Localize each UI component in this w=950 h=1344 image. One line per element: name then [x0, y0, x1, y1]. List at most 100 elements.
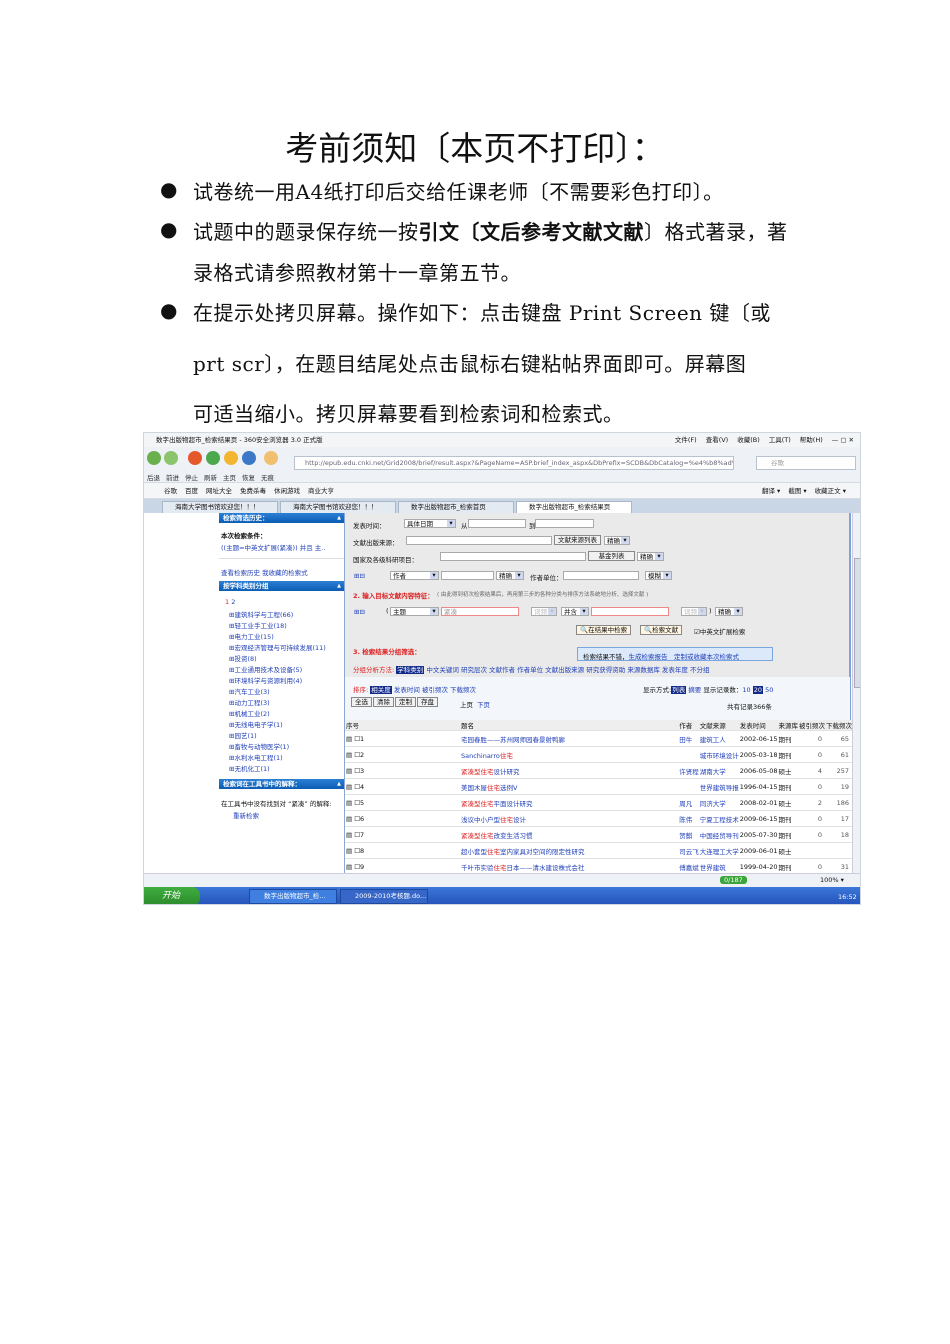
taskbar-item-browser[interactable]: 数字出版物超市_检... [249, 889, 337, 904]
title-part[interactable]: 住宅 [487, 848, 500, 856]
save-icon[interactable]: ▤ [346, 863, 354, 871]
save-query-link[interactable]: 定制或收藏本次检索式 [674, 653, 739, 661]
title-part[interactable]: 紧凑型住宅 [461, 768, 494, 776]
add-remove-icon[interactable]: ⊞⊟ [354, 572, 365, 580]
tab-2[interactable]: 海南大学图书馆欢迎您！！！ [280, 501, 396, 513]
freq-select[interactable]: 词频 [531, 607, 557, 616]
security-status[interactable]: 0/187 [720, 876, 747, 884]
count-50[interactable]: 50 [765, 686, 773, 694]
expand-checkbox[interactable]: ☑中英文扩展检索 [694, 626, 745, 636]
save-button[interactable]: 存盘 [417, 697, 438, 707]
category-item[interactable]: ⊞轻工业手工业(18) [229, 621, 344, 632]
refresh-icon[interactable] [206, 451, 220, 465]
category-item[interactable]: ⊞园艺(1) [229, 731, 344, 742]
title-part[interactable]: 选例V [500, 784, 517, 792]
condition-link[interactable]: ((主题=中英文扩展(紧凑)) 并且 主.. [219, 540, 344, 554]
source-exact-select[interactable]: 精确 [604, 536, 630, 545]
author-input[interactable] [441, 571, 494, 580]
stop-icon[interactable] [188, 451, 202, 465]
category-item[interactable]: ⊞建筑科学与工程(66) [229, 610, 344, 621]
source-cell[interactable]: 大连理工大学 [698, 842, 739, 859]
fav-google[interactable]: 谷歌 [164, 487, 177, 495]
category-item[interactable]: ⊞汽车工业(3) [229, 687, 344, 698]
title-part[interactable]: 设计 [513, 816, 526, 824]
title-cell[interactable]: Sanchinarro住宅 [459, 746, 679, 763]
translate-button[interactable]: 翻译 ▾ [762, 487, 780, 495]
save-icon[interactable]: ▤ [346, 735, 354, 743]
cited-cell[interactable]: 0 [797, 810, 825, 827]
save-icon[interactable]: ▤ [346, 831, 354, 839]
category-item[interactable]: ⊞环境科学与资源利用(4) [229, 676, 344, 687]
author-cell[interactable]: 陈伟 [678, 810, 699, 827]
title-part[interactable]: 紧凑型住宅 [461, 800, 494, 808]
save-icon[interactable]: ▤ [346, 799, 354, 807]
sort-option[interactable]: 发表时间 [394, 686, 420, 694]
title-part[interactable]: 超小套型 [461, 848, 487, 856]
fav-hao[interactable]: 网址大全 [206, 487, 232, 495]
menu-tools[interactable]: 工具(T) [769, 436, 791, 444]
incognito-icon[interactable] [264, 451, 278, 465]
group-option[interactable]: 文献出版来源 [545, 666, 584, 674]
count-20[interactable]: 20 [752, 686, 763, 694]
group-option[interactable]: 研究层次 [461, 666, 487, 674]
org-input[interactable] [563, 571, 639, 580]
and-select[interactable]: 并含 [561, 607, 589, 616]
refresh-label[interactable]: 刷新 [204, 474, 217, 482]
group-option[interactable]: 学科类别 [396, 666, 425, 674]
cited-cell[interactable]: 0 [797, 826, 825, 843]
page-2[interactable]: 2 [231, 598, 235, 606]
search-button[interactable]: 🔍检索文献 [640, 625, 683, 635]
author-cell[interactable]: 许贤程 [678, 762, 699, 779]
incognito-label[interactable]: 无痕 [261, 474, 274, 482]
clear-button[interactable]: 清除 [373, 697, 394, 707]
save-icon[interactable]: ▤ [346, 751, 354, 759]
source-cell[interactable]: 城市环境设计 [698, 746, 739, 763]
title-part[interactable]: 设计研究 [493, 768, 519, 776]
category-item[interactable]: ⊞动力工程(3) [229, 698, 344, 709]
title-cell[interactable]: 美国木屋住宅选例V [459, 778, 679, 795]
title-cell[interactable]: 宅园春胜——苏州网师园春景射鸭廊 [459, 730, 679, 747]
title-part[interactable]: 住宅 [487, 784, 500, 792]
save-icon[interactable]: ▤ [346, 767, 354, 775]
source-cell[interactable]: 世界建筑导报 [698, 778, 739, 795]
group-option[interactable]: 文献作者 [489, 666, 515, 674]
history-header[interactable]: 检索筛选历史： [219, 513, 344, 523]
tab-4-active[interactable]: 数字出版物超市_检索结果页 [516, 501, 632, 513]
restore-label[interactable]: 恢复 [242, 474, 255, 482]
cited-cell[interactable]: 0 [797, 778, 825, 795]
source-cell[interactable]: 建筑工人 [698, 730, 739, 747]
save-icon[interactable]: ▤ [346, 783, 354, 791]
menu-file[interactable]: 文件(F) [675, 436, 697, 444]
title-part[interactable]: 住宅 [493, 864, 506, 872]
cited-cell[interactable]: 4 [797, 762, 825, 779]
column-header[interactable]: 序号 [345, 720, 460, 731]
title-part[interactable]: 住宅 [500, 752, 513, 760]
title-part[interactable]: 千叶市实验 [461, 864, 494, 872]
screenshot-button[interactable]: 截图 ▾ [788, 487, 806, 495]
address-bar[interactable]: http://epub.edu.cnki.net/Grid2008/brief/… [294, 456, 734, 470]
sort-option[interactable]: 相关度 [370, 686, 392, 694]
date-select[interactable]: 具体日期 [404, 519, 456, 528]
window-controls[interactable]: — ▢ ✕ [832, 436, 854, 444]
group-option[interactable]: 不分组 [690, 666, 710, 674]
fund-list-button[interactable]: 基金列表 [588, 551, 635, 561]
search-box[interactable]: 谷歌 [756, 456, 856, 470]
cited-cell[interactable]: 2 [797, 794, 825, 811]
taskbar-item-doc[interactable]: 2009-2010考核题.do... [340, 889, 428, 904]
category-item[interactable]: ⊞宏观经济管理与可持续发展(11) [229, 643, 344, 654]
prev-page[interactable]: 上页 [460, 699, 473, 709]
save-icon[interactable]: ▤ [346, 847, 354, 855]
author-cell[interactable]: 贺麒 [678, 826, 699, 843]
saved-query-link[interactable]: 我收藏的检索式 [262, 569, 308, 577]
fav-antivirus[interactable]: 免费杀毒 [240, 487, 266, 495]
category-item[interactable]: ⊞畜牧与动物医学(1) [229, 742, 344, 753]
cited-cell[interactable] [797, 842, 825, 859]
author-cell[interactable]: 田牛 [678, 730, 699, 747]
title-part[interactable]: 美国木屋 [461, 784, 487, 792]
topic-exact-select[interactable]: 精确 [715, 607, 743, 616]
category-item[interactable]: ⊞工业通用技术及设备(5) [229, 665, 344, 676]
source-cell[interactable]: 宁夏工程技术 [698, 810, 739, 827]
author-cell[interactable] [678, 778, 699, 795]
column-header[interactable]: 被引频次 [797, 720, 825, 731]
select-all-button[interactable]: 全选 [351, 697, 372, 707]
